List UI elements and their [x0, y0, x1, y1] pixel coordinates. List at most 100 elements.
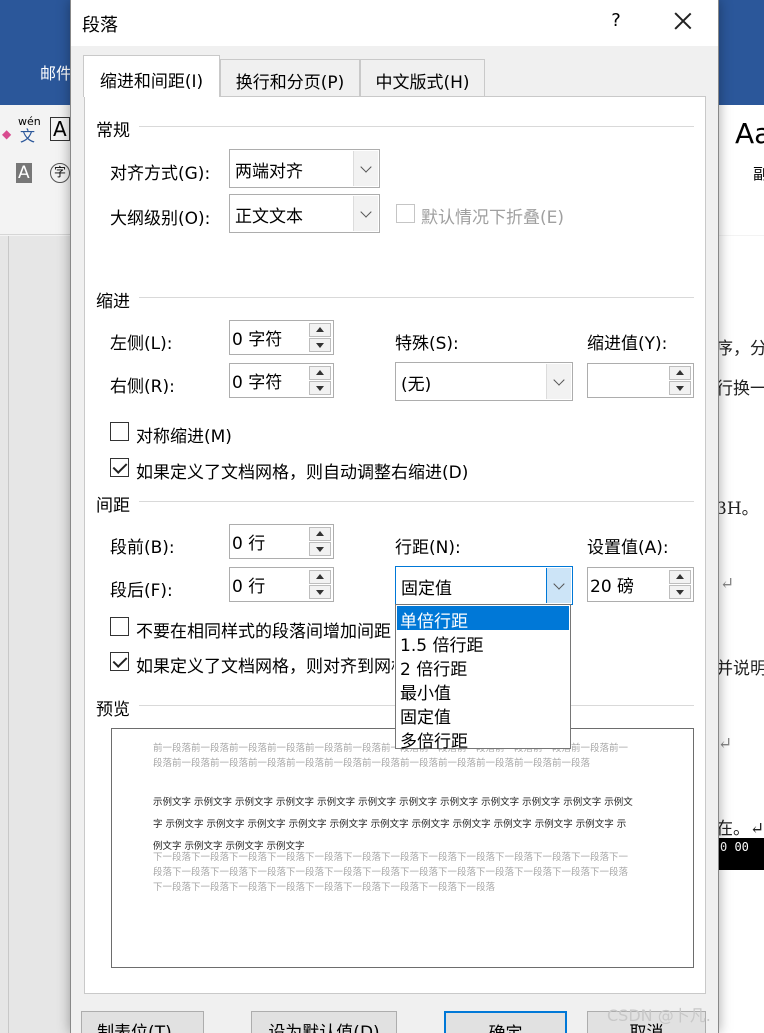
spin-up-icon[interactable]: [309, 323, 331, 337]
ribbon-tab-mailings[interactable]: 邮件: [40, 60, 72, 84]
spin-down-icon[interactable]: [309, 338, 331, 352]
spacing-after-spinner[interactable]: 0 行: [229, 567, 334, 602]
indent-left-label: 左侧(L):: [110, 334, 173, 354]
line-spacing-option-at-least[interactable]: 最小值: [397, 678, 569, 704]
set-default-button[interactable]: 设为默认值(D): [251, 1011, 397, 1033]
doc-text: 3H。: [716, 499, 759, 519]
indent-left-spinner[interactable]: 0 字符: [229, 320, 334, 355]
paragraph-dialog: 段落 ? 缩进和间距(I) 换行和分页(P) 中文版式(H) 常规 对齐方式(G…: [70, 0, 719, 1033]
collapse-by-default-label: 默认情况下折叠(E): [421, 208, 565, 228]
special-indent-value: (无): [401, 375, 432, 395]
outline-level-value: 正文文本: [235, 207, 303, 227]
margin-line: [8, 236, 9, 1033]
dialog-titlebar: 段落 ?: [71, 0, 718, 46]
special-indent-label: 特殊(S):: [395, 334, 459, 354]
special-indent-select[interactable]: (无): [395, 362, 573, 401]
enclose-characters-icon[interactable]: 字: [50, 163, 70, 183]
spin-down-icon[interactable]: [309, 542, 331, 556]
spin-down-icon[interactable]: [669, 585, 691, 599]
code-block: 0 00: [718, 838, 764, 870]
indent-right-label: 右侧(R):: [110, 377, 175, 397]
help-button[interactable]: ?: [605, 10, 627, 34]
line-spacing-option-exactly[interactable]: 固定值: [397, 702, 569, 728]
spacing-at-label: 设置值(A):: [587, 538, 669, 558]
spacing-before-spinner[interactable]: 0 行: [229, 524, 334, 559]
mirror-indents-checkbox[interactable]: [110, 422, 129, 441]
close-icon[interactable]: [669, 8, 697, 36]
line-spacing-option-1-5[interactable]: 1.5 倍行距: [397, 630, 569, 656]
spin-up-icon[interactable]: [309, 527, 331, 541]
indent-by-spinner[interactable]: [587, 363, 694, 398]
outline-level-select[interactable]: 正文文本: [229, 194, 380, 233]
auto-adjust-indent-label: 如果定义了文档网格，则自动调整右缩进(D): [136, 463, 469, 483]
snap-to-grid-checkbox[interactable]: [110, 652, 129, 671]
spin-down-icon[interactable]: [669, 381, 691, 395]
indent-left-value[interactable]: 0 字符: [232, 325, 282, 350]
preview-sample-text: 示例文字 示例文字 示例文字 示例文字 示例文字 示例文字 示例文字 示例文字 …: [153, 797, 633, 852]
paragraph-mark: ↵: [720, 574, 735, 594]
preview-next-paragraph: 下一段落下一段落下一段落下一段落下一段落下一段落下一段落下一段落下一段落下一段落…: [153, 852, 629, 893]
spacing-after-value[interactable]: 0 行: [232, 572, 265, 597]
style-subtitle-label: 副: [753, 165, 764, 183]
paragraph-mark: ↵: [718, 734, 733, 754]
spin-up-icon[interactable]: [309, 366, 331, 380]
mirror-indents-label: 对称缩进(M): [136, 427, 232, 447]
spin-down-icon[interactable]: [309, 585, 331, 599]
spacing-after-label: 段后(F):: [110, 581, 173, 601]
section-spacing-title: 间距: [96, 496, 130, 516]
auto-adjust-indent-checkbox[interactable]: [110, 458, 129, 477]
no-space-same-style-checkbox[interactable]: [110, 617, 129, 636]
tab-line-and-page-breaks[interactable]: 换行和分页(P): [220, 59, 360, 96]
line-spacing-label: 行距(N):: [395, 538, 461, 558]
collapse-by-default-checkbox[interactable]: [396, 204, 415, 223]
doc-text: 在。↵: [716, 819, 764, 839]
dialog-title: 段落: [82, 15, 118, 36]
line-spacing-value: 固定值: [401, 579, 452, 599]
doc-text: 行换一: [716, 379, 764, 399]
spacing-at-spinner[interactable]: 20 磅: [587, 567, 694, 602]
alignment-select[interactable]: 两端对齐: [229, 149, 380, 188]
line-spacing-dropdown: 单倍行距 1.5 倍行距 2 倍行距 最小值 固定值 多倍行距: [395, 604, 571, 752]
line-spacing-option-multiple[interactable]: 多倍行距: [397, 726, 569, 752]
divider: [139, 297, 694, 298]
line-spacing-option-single[interactable]: 单倍行距: [397, 606, 569, 632]
chevron-down-icon[interactable]: [353, 196, 378, 231]
line-spacing-option-double[interactable]: 2 倍行距: [397, 654, 569, 680]
spacing-before-label: 段前(B):: [110, 538, 175, 558]
tabs-button[interactable]: 制表位(T)...: [81, 1011, 204, 1033]
indent-right-spinner[interactable]: 0 字符: [229, 363, 334, 398]
section-preview-title: 预览: [96, 700, 130, 720]
watermark: CSDN @卜凡.: [607, 1006, 711, 1025]
spin-down-icon[interactable]: [309, 381, 331, 395]
doc-text: 序，分: [716, 339, 764, 359]
divider: [139, 126, 694, 127]
snap-to-grid-label: 如果定义了文档网格，则对齐到网格: [136, 657, 394, 677]
styles-gallery[interactable]: Aa 副: [718, 105, 764, 235]
spacing-at-value[interactable]: 20 磅: [590, 572, 634, 597]
tab-indents-and-spacing[interactable]: 缩进和间距(I): [83, 55, 220, 97]
chevron-down-icon[interactable]: [546, 364, 571, 399]
indent-right-value[interactable]: 0 字符: [232, 368, 282, 393]
style-preview[interactable]: Aa: [735, 117, 764, 150]
character-shading-icon[interactable]: A: [16, 163, 32, 183]
alignment-label: 对齐方式(G):: [110, 164, 211, 184]
ok-button[interactable]: 确定: [444, 1011, 567, 1033]
alignment-value: 两端对齐: [235, 162, 303, 182]
tab-asian-typography[interactable]: 中文版式(H): [360, 59, 485, 96]
chevron-down-icon[interactable]: [353, 151, 378, 186]
spin-up-icon[interactable]: [669, 366, 691, 380]
character-border-icon[interactable]: A: [50, 117, 70, 141]
section-general-title: 常规: [96, 121, 130, 141]
indent-by-label: 缩进值(Y):: [587, 334, 668, 354]
line-spacing-select[interactable]: 固定值: [395, 566, 573, 605]
spin-up-icon[interactable]: [669, 570, 691, 584]
spacing-before-value[interactable]: 0 行: [232, 529, 265, 554]
outline-level-label: 大纲级别(O):: [110, 209, 211, 229]
phonetic-guide-char: 文: [20, 127, 36, 145]
paragraph-preview: 前一段落前一段落前一段落前一段落前一段落前一段落前一段落前一段落前一段落前一段落…: [111, 728, 694, 968]
pen-icon[interactable]: ◆: [2, 127, 11, 141]
no-space-same-style-label: 不要在相同样式的段落间增加间距: [136, 622, 391, 642]
chevron-down-icon[interactable]: [546, 568, 571, 603]
doc-text: 并说明: [716, 659, 764, 679]
spin-up-icon[interactable]: [309, 570, 331, 584]
